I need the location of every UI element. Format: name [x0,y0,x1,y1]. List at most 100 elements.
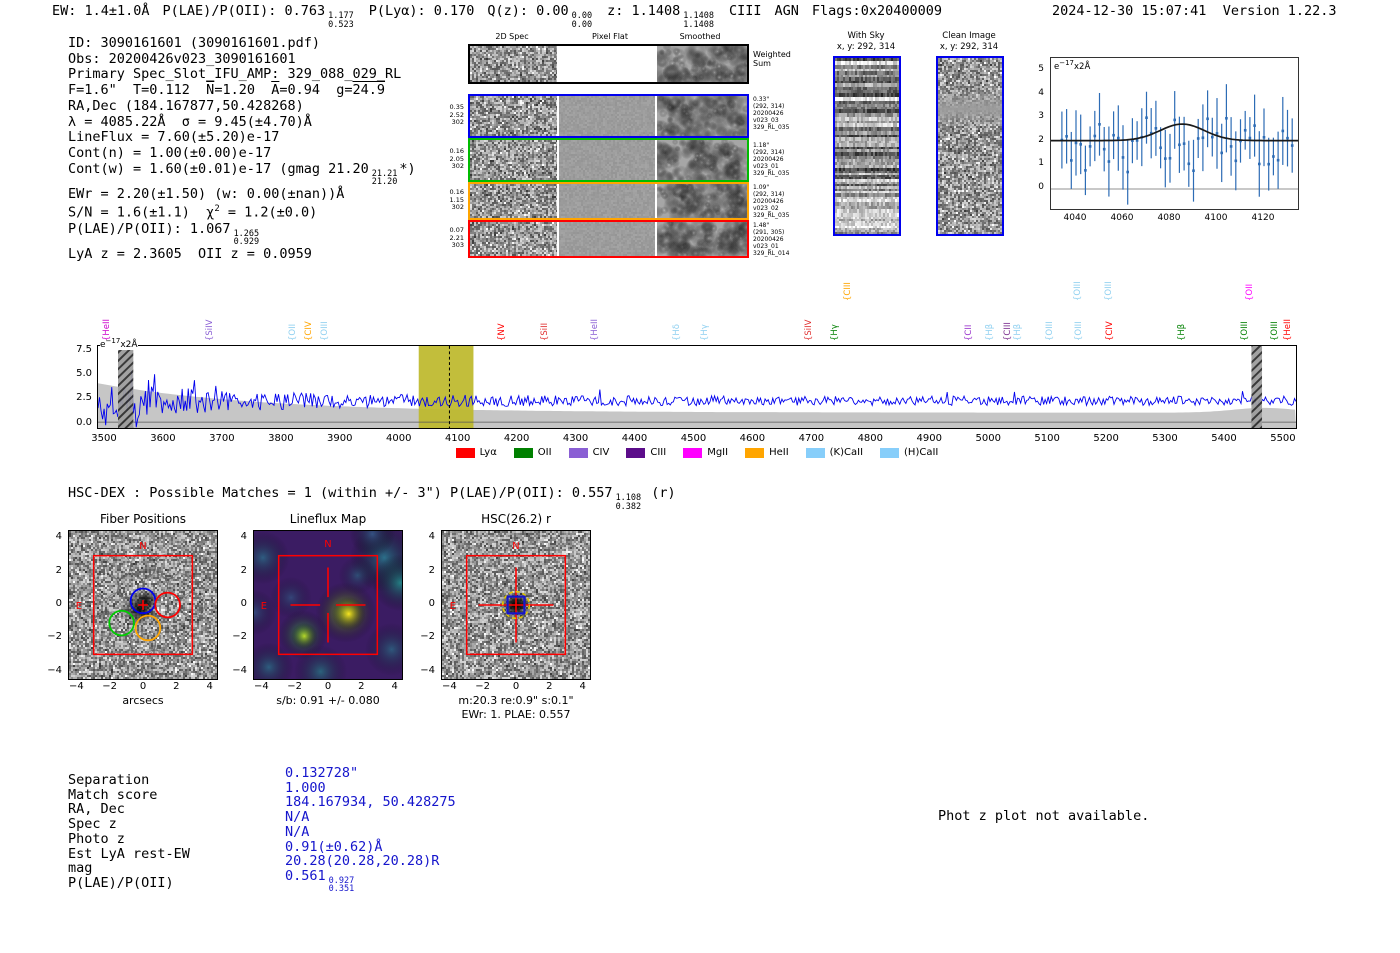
tick-label: 4200 [504,433,529,444]
spectral-line-label: {SiIV [205,320,215,342]
match-row-value: 20.28(20.28,20.28)R [285,854,456,869]
east-label: E [261,601,267,612]
plae-poii-local: P(LAE)/P(OII): 1.0671.2650.929 [68,222,416,247]
zoom-unit-label: e−17x2Å [1054,59,1090,72]
tick-label: −2 [287,681,302,692]
east-label: E [450,601,456,612]
spectral-line-label: {HeII [1283,319,1293,341]
spectral-line-label: {Hβ [1177,324,1187,341]
tick-label: 4120 [1252,213,1275,223]
ew-value: EW: 1.4±1.0Å [52,3,150,19]
fiber4-weights: 0.072.21303 [438,227,464,250]
tick-label: 4100 [445,433,470,444]
ewr: EWr = 2.20(±1.50) (w: 0.00(±nan))Å [68,187,416,203]
legend-swatch [880,448,899,458]
match-table-labels: SeparationMatch scoreRA, DecSpec zPhoto … [68,773,190,891]
tick-label: −2 [102,681,117,692]
with-sky-coords: x, y: 292, 314 [837,42,895,52]
classification-label: AGN [775,3,799,19]
flags-value: Flags:0x20400009 [812,3,942,19]
pixelflat-image [559,96,655,136]
line-fit-canvas [1051,58,1298,209]
spec2d-image [470,46,557,82]
legend-item: HeII [745,447,789,458]
qz-value: Q(z): 0.000.000.00 [487,3,594,19]
tick-label: 5300 [1152,433,1177,444]
spectrum-legend: LyαOIICIVCIIIMgIIHeII(K)CaII(H)CaII [97,447,1297,458]
clean-image-coords: x, y: 292, 314 [940,42,998,52]
match-row-label: Separation [68,773,190,788]
spec2d-row-fiber4 [468,220,749,258]
smoothed-image [657,140,747,180]
wavelength-sigma: λ = 4085.22Å σ = 9.45(±4.70)Å [68,115,416,131]
tick-label: 3500 [91,433,116,444]
tick-label: 2 [223,565,247,576]
cont-w: Cont(w) = 1.60(±0.01)e-17 (gmag 21.2021.… [68,162,416,187]
tick-label: 4600 [740,433,765,444]
match-row-label: P(LAE)/P(OII) [68,876,190,891]
tick-label: −4 [442,681,457,692]
col-header-pixelflat: Pixel Flat [592,32,628,41]
north-label: N [139,541,146,552]
legend-item: MgII [683,447,728,458]
tick-label: 4 [206,681,212,692]
elixer-report: EW: 1.4±1.0ÅP(LAE)/P(OII): 0.7631.1770.5… [0,0,1400,953]
spectral-line-label: {CII [964,325,974,341]
tick-label: 4 [1028,88,1044,98]
spectral-line-label: {CIV [1105,321,1115,341]
detection-info-block: ID: 3090161601 (3090161601.pdf) Obs: 202… [68,36,416,262]
legend-item: (H)CaII [880,447,938,458]
match-row-label: mag [68,861,190,876]
col-header-smoothed: Smoothed [680,32,721,41]
legend-item: (K)CaII [806,447,863,458]
tick-label: 1 [1028,158,1044,168]
tick-label: 0 [411,598,435,609]
pixelflat-image [559,184,655,218]
tick-label: −2 [223,631,247,642]
tick-label: 2 [1028,135,1044,145]
tick-label: 4300 [563,433,588,444]
fiber4-meta: 1.48"(291, 305)20200426v023_01329_RL_014 [753,222,803,257]
match-row-value: 1.000 [285,781,456,796]
center-cross-marker [138,600,148,610]
spectral-line-label: {OII [1245,284,1255,301]
spectral-line-label: {CIII [843,282,853,301]
match-row-value: N/A [285,825,456,840]
qz-stack: 0.000.00 [572,12,592,29]
smoothed-image [657,96,747,136]
fiber3-meta: 1.09"(292, 314)20200426v023_02329_RL_035 [753,184,803,219]
spec2d-image [470,222,557,256]
spec2d-image [470,140,557,180]
spectral-line-label: {OII [288,324,298,341]
tick-label: 4500 [681,433,706,444]
north-label: N [512,541,519,552]
tick-label: 4000 [386,433,411,444]
tick-label: 3 [1028,111,1044,121]
tick-label: 4700 [799,433,824,444]
cont-n: Cont(n) = 1.00(±0.00)e-17 [68,146,416,162]
legend-swatch [514,448,533,458]
fiber1-meta: 0.33"(292, 314)20200426v023_03329_RL_035 [753,96,803,131]
spec2d-row-weighted [468,44,749,84]
tick-label: 3800 [268,433,293,444]
with-sky-image [833,56,901,236]
spectral-line-label: {Hβ [1013,324,1023,341]
hscdex-stack: 1.1080.382 [616,494,642,511]
seeing-throughput: F=1.6" T=0.112 N=1.20 A=0.94 g=24.9 [68,83,416,99]
hsc-title: HSC(26.2) r [481,512,551,526]
weighted-sum-label: Weighted Sum [753,50,797,68]
spectral-line-label: {OIII [320,321,330,341]
tick-label: −4 [38,665,62,676]
tick-label: 3600 [150,433,175,444]
legend-item: CIII [626,447,666,458]
line-id: CIII [729,3,762,19]
spectral-line-label: {Hγ [830,324,840,341]
crosshair [291,568,366,643]
tick-label: 0 [140,681,146,692]
smoothed-image [657,222,747,256]
z-value: z: 1.14081.14081.1408 [607,3,716,19]
lineflux: LineFlux = 7.60(±5.20)e-17 [68,130,416,146]
tick-label: 0 [513,681,519,692]
spec2d-row-fiber3 [468,182,749,220]
tick-label: 0 [38,598,62,609]
